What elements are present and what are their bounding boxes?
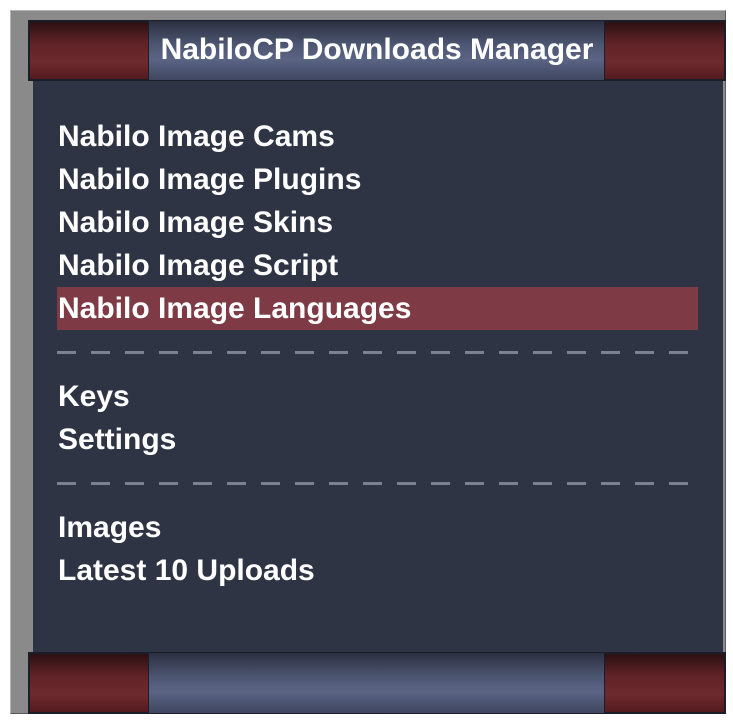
menu-item-image-skins[interactable]: Nabilo Image Skins	[57, 201, 698, 244]
menu-item-latest-uploads[interactable]: Latest 10 Uploads	[57, 549, 698, 592]
footer-left-cap	[29, 653, 149, 713]
page-title: NabiloCP Downloads Manager	[160, 33, 594, 66]
menu-item-image-languages[interactable]: Nabilo Image Languages	[57, 287, 698, 330]
footer-center	[149, 653, 604, 713]
menu-item-images[interactable]: Images	[57, 506, 698, 549]
menu-item-image-script[interactable]: Nabilo Image Script	[57, 244, 698, 287]
footer-right-cap	[604, 653, 725, 713]
header-bar: NabiloCP Downloads Manager	[28, 20, 726, 81]
menu-separator	[57, 330, 698, 375]
menu-item-keys[interactable]: Keys	[57, 375, 698, 418]
footer-bar	[28, 652, 726, 714]
downloads-menu: Nabilo Image Cams Nabilo Image Plugins N…	[57, 115, 698, 592]
menu-separator	[57, 461, 698, 506]
menu-item-image-cams[interactable]: Nabilo Image Cams	[57, 115, 698, 158]
menu-item-settings[interactable]: Settings	[57, 418, 698, 461]
menu-item-image-plugins[interactable]: Nabilo Image Plugins	[57, 158, 698, 201]
